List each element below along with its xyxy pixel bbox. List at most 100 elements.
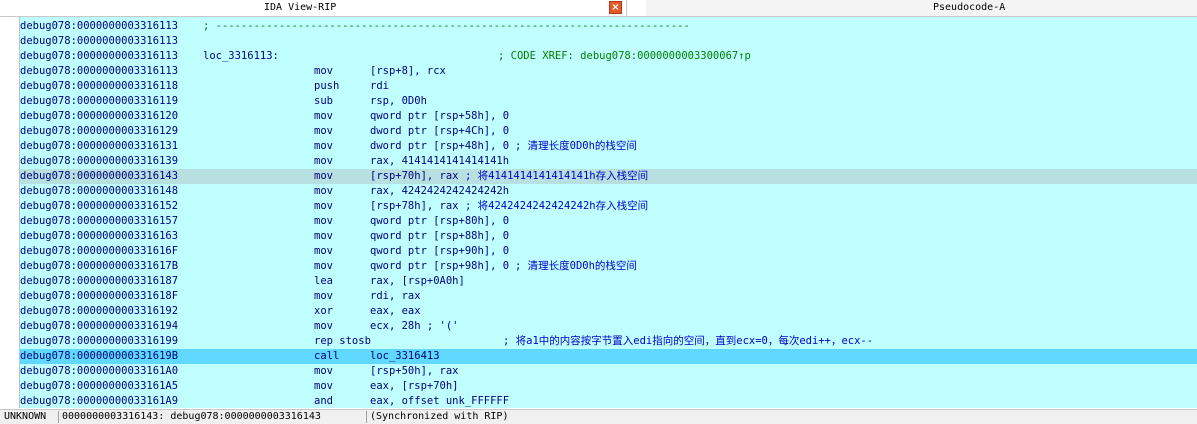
line-mnemonic: mov <box>314 365 333 377</box>
line-operands: eax, eax <box>370 305 421 317</box>
disasm-line[interactable]: debug078:0000000003316148 mov rax, 4242424… <box>20 184 1197 199</box>
line-address: debug078:0000000003316129 <box>20 125 179 137</box>
line-comment: ; 清理长度0D0h的栈空间 <box>515 260 637 272</box>
line-separator: ; --------------------------------------… <box>203 20 690 32</box>
line-operands: rax, 4242424242424242h <box>370 185 510 197</box>
disasm-line[interactable]: debug078:0000000003316163 mov qword ptr [r… <box>20 229 1197 244</box>
disasm-line[interactable]: debug078:0000000003316113 ; -------------… <box>20 19 1197 34</box>
disasm-line[interactable]: debug078:0000000003316113 loc_3316113: ; C… <box>20 49 1197 64</box>
line-address: debug078:0000000003316139 <box>20 155 179 167</box>
line-mnemonic: rep stosb <box>314 335 371 347</box>
line-operands: rsp, 0D0h <box>370 95 427 107</box>
line-operands: rdi <box>370 80 389 92</box>
line-address: debug078:000000000331617B <box>20 260 179 272</box>
line-mnemonic: mov <box>314 215 333 227</box>
line-address: debug078:0000000003316163 <box>20 230 179 242</box>
tab-ida-view-label: IDA View-RIP <box>264 2 337 13</box>
line-address: debug078:0000000003316187 <box>20 275 179 287</box>
close-icon[interactable]: × <box>609 1 622 14</box>
tab-bar: IDA View-RIP × Pseudocode-A <box>0 0 1197 17</box>
line-mnemonic: mov <box>314 260 333 272</box>
disasm-line[interactable]: debug078:000000000331618F mov rdi, rax <box>20 289 1197 304</box>
line-label: loc_3316113: <box>203 50 279 62</box>
line-address: debug078:0000000003316194 <box>20 320 179 332</box>
disasm-line[interactable]: debug078:000000000331617B mov qword ptr [r… <box>20 259 1197 274</box>
line-mnemonic: mov <box>314 185 333 197</box>
line-address: debug078:000000000331618F <box>20 290 179 302</box>
line-operands: qword ptr [rsp+88h], 0 <box>370 230 510 242</box>
line-mnemonic: mov <box>314 110 333 122</box>
line-operands: rdi, rax <box>370 290 421 302</box>
line-address: debug078:0000000003316120 <box>20 110 179 122</box>
disasm-line[interactable]: debug078:0000000003316139 mov rax, 4141414… <box>20 154 1197 169</box>
disasm-line[interactable]: debug078:00000000033161A0 mov [rsp+50h], r… <box>20 364 1197 379</box>
disasm-line[interactable]: debug078:00000000033161A9 and eax, offset … <box>20 394 1197 408</box>
disasm-line[interactable]: debug078:0000000003316131 mov dword ptr [r… <box>20 139 1197 154</box>
line-comment: ; CODE XREF: debug078:0000000003300067↑p <box>498 50 751 62</box>
line-mnemonic: and <box>314 395 333 407</box>
tab-pseudocode[interactable]: Pseudocode-A <box>646 0 1197 16</box>
line-mnemonic: mov <box>314 125 333 137</box>
line-operands: qword ptr [rsp+58h], 0 <box>370 110 510 122</box>
disasm-line[interactable]: debug078:0000000003316192 xor eax, eax <box>20 304 1197 319</box>
line-mnemonic: sub <box>314 95 333 107</box>
disasm-line[interactable]: debug078:0000000003316118 push rdi <box>20 79 1197 94</box>
disasm-line[interactable]: debug078:0000000003316152 mov [rsp+78h], r… <box>20 199 1197 214</box>
tab-pseudocode-label: Pseudocode-A <box>933 2 1006 13</box>
line-operands: [rsp+50h], rax <box>370 365 459 377</box>
line-operands: rax, [rsp+0A0h] <box>370 275 465 287</box>
line-comment: ; 将4141414141414141h存入栈空间 <box>465 170 649 182</box>
disasm-line[interactable]: debug078:0000000003316157 mov qword ptr [r… <box>20 214 1197 229</box>
status-mode: UNKNOWN <box>4 411 47 422</box>
disasm-line[interactable]: debug078:000000000331619B call loc_3316413 <box>20 349 1197 364</box>
line-operands: [rsp+70h], rax <box>370 170 459 182</box>
line-operands: eax, [rsp+70h] <box>370 380 459 392</box>
status-divider <box>58 411 59 423</box>
line-mnemonic: mov <box>314 170 333 182</box>
disasm-line[interactable]: debug078:0000000003316119 sub rsp, 0D0h <box>20 94 1197 109</box>
disasm-line[interactable]: debug078:0000000003316194 mov ecx, 28h ; '… <box>20 319 1197 334</box>
disasm-line[interactable]: debug078:0000000003316120 mov qword ptr [r… <box>20 109 1197 124</box>
line-mnemonic: xor <box>314 305 333 317</box>
line-mnemonic: mov <box>314 140 333 152</box>
disasm-line[interactable]: debug078:0000000003316199 rep stosb ; 将a1中… <box>20 334 1197 349</box>
line-operands: [rsp+78h], rax <box>370 200 459 212</box>
line-operands: rax, 4141414141414141h <box>370 155 510 167</box>
line-address: debug078:0000000003316199 <box>20 335 179 347</box>
disasm-line[interactable]: debug078:0000000003316113 <box>20 34 1197 49</box>
line-address: debug078:0000000003316113 <box>20 50 179 62</box>
status-sync: (Synchronized with RIP) <box>370 411 509 422</box>
line-mnemonic: lea <box>314 275 333 287</box>
line-mnemonic: mov <box>314 200 333 212</box>
line-address: debug078:000000000331619B <box>20 350 179 362</box>
line-mnemonic: push <box>314 80 340 92</box>
line-comment: ; 将4242424242424242h存入栈空间 <box>465 200 649 212</box>
line-mnemonic: mov <box>314 155 333 167</box>
line-mnemonic: mov <box>314 245 333 257</box>
line-mnemonic: mov <box>314 380 333 392</box>
tab-ida-view[interactable]: IDA View-RIP <box>0 0 627 16</box>
disassembly-view[interactable]: debug078:0000000003316113 ; -------------… <box>0 17 1197 408</box>
line-address: debug078:000000000331616F <box>20 245 179 257</box>
line-mnemonic: mov <box>314 230 333 242</box>
line-operands: qword ptr [rsp+80h], 0 <box>370 215 510 227</box>
line-mnemonic: mov <box>314 320 333 332</box>
disassembly-gutter[interactable] <box>0 17 20 408</box>
disasm-line[interactable]: debug078:0000000003316129 mov dword ptr [r… <box>20 124 1197 139</box>
line-mnemonic: mov <box>314 290 333 302</box>
disasm-line[interactable]: debug078:000000000331616F mov qword ptr [r… <box>20 244 1197 259</box>
line-address: debug078:0000000003316192 <box>20 305 179 317</box>
status-divider <box>366 411 367 423</box>
line-address: debug078:0000000003316152 <box>20 200 179 212</box>
disasm-line[interactable]: debug078:00000000033161A5 mov eax, [rsp+70… <box>20 379 1197 394</box>
disasm-line[interactable]: debug078:0000000003316187 lea rax, [rsp+0A… <box>20 274 1197 289</box>
line-operands: loc_3316413 <box>370 350 440 362</box>
line-comment: ; 将a1中的内容按字节置入edi指向的空间，直到ecx=0，每次edi++，e… <box>503 335 874 347</box>
line-operands: dword ptr [rsp+48h], 0 <box>370 140 510 152</box>
line-address: debug078:0000000003316113 <box>20 35 179 47</box>
disasm-line[interactable]: debug078:0000000003316143 mov [rsp+70h], r… <box>20 169 1197 184</box>
line-address: debug078:0000000003316143 <box>20 170 179 182</box>
disasm-line[interactable]: debug078:0000000003316113 mov [rsp+8], rcx <box>20 64 1197 79</box>
line-operands: dword ptr [rsp+4Ch], 0 <box>370 125 510 137</box>
line-address: debug078:00000000033161A5 <box>20 380 179 392</box>
